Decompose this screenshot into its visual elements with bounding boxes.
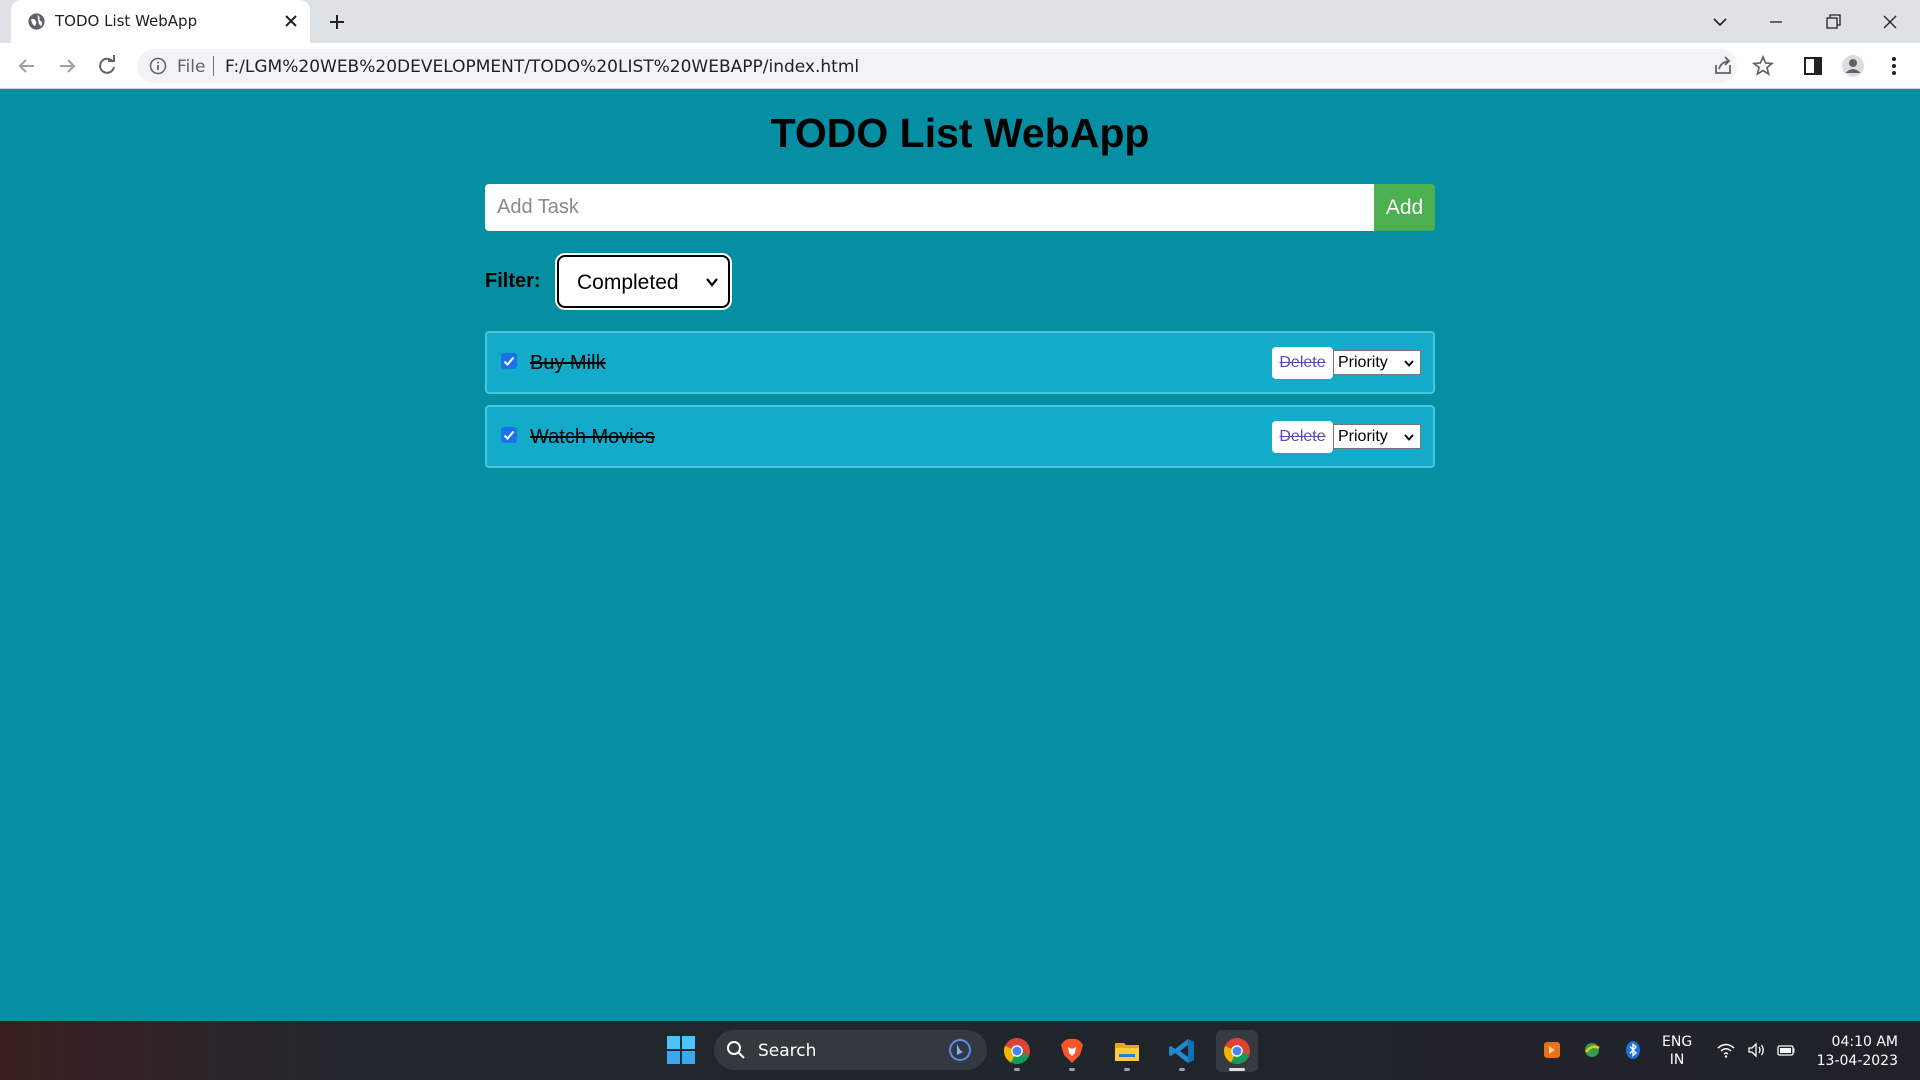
taskbar-running-indicator (1179, 1068, 1185, 1071)
add-button[interactable]: Add (1374, 184, 1435, 231)
vscode-icon (1169, 1039, 1194, 1063)
chevron-down-icon (706, 278, 718, 287)
chevron-down-icon (1404, 434, 1414, 441)
url-separator (213, 56, 214, 76)
share-icon[interactable] (1710, 53, 1736, 79)
tray-app-orange-icon[interactable] (1542, 1040, 1562, 1060)
file-explorer-icon (1115, 1043, 1139, 1061)
volume-icon[interactable] (1746, 1040, 1766, 1060)
task-checkbox[interactable] (501, 427, 517, 443)
taskbar-app-brave[interactable] (1051, 1030, 1093, 1072)
minimize-icon[interactable] (1762, 8, 1790, 36)
forward-icon[interactable] (54, 53, 80, 79)
task-item: Buy Milk Delete Priority (485, 331, 1435, 394)
delete-button[interactable]: Delete (1272, 347, 1333, 379)
browser-tabstrip: TODO List WebApp (0, 0, 1920, 43)
bookmark-star-icon[interactable] (1750, 53, 1776, 79)
info-icon[interactable] (149, 57, 167, 75)
globe-icon (28, 13, 45, 30)
taskbar-search[interactable]: Search (714, 1030, 987, 1070)
close-window-icon[interactable] (1876, 8, 1904, 36)
search-icon (727, 1041, 745, 1059)
task-text: Buy Milk (530, 352, 606, 374)
side-panel-icon[interactable] (1800, 53, 1826, 79)
page-title: TODO List WebApp (770, 110, 1150, 156)
priority-select[interactable]: Priority (1333, 350, 1421, 375)
tray-app-green-icon[interactable] (1582, 1040, 1602, 1060)
task-item: Watch Movies Delete Priority (485, 405, 1435, 468)
priority-value: Priority (1338, 354, 1388, 371)
new-tab-icon[interactable] (325, 10, 349, 34)
task-checkbox[interactable] (501, 353, 517, 369)
priority-select[interactable]: Priority (1333, 424, 1421, 449)
brave-icon (1061, 1039, 1083, 1063)
chrome-icon (1224, 1038, 1250, 1064)
taskbar-running-indicator (1124, 1068, 1130, 1071)
filter-label: Filter: (485, 270, 541, 292)
priority-value: Priority (1338, 428, 1388, 445)
language-code: ENG (1662, 1034, 1693, 1050)
delete-label: Delete (1279, 354, 1326, 371)
language-region: IN (1669, 1052, 1685, 1068)
bluetooth-icon[interactable] (1623, 1040, 1643, 1060)
menu-kebab-icon[interactable] (1881, 53, 1907, 79)
add-task-input[interactable] (485, 184, 1374, 231)
delete-label: Delete (1279, 428, 1326, 445)
profile-avatar-icon[interactable] (1840, 53, 1866, 79)
taskbar-clock[interactable]: 04:10 AM 13-04-2023 (1808, 1033, 1898, 1071)
tab-title: TODO List WebApp (55, 12, 198, 30)
taskbar-app-chrome[interactable] (996, 1030, 1038, 1072)
browser-tab[interactable]: TODO List WebApp (11, 0, 310, 43)
restore-icon[interactable] (1819, 8, 1847, 36)
taskbar-running-indicator (1014, 1068, 1020, 1071)
language-indicator[interactable]: ENG IN (1662, 1033, 1692, 1069)
back-icon[interactable] (14, 53, 40, 79)
url-text[interactable]: F:/LGM%20WEB%20DEVELOPMENT/TODO%20LIST%2… (225, 57, 859, 77)
taskbar-app-file-explorer[interactable] (1106, 1030, 1148, 1072)
close-icon[interactable] (281, 11, 301, 31)
taskbar-running-indicator (1069, 1068, 1075, 1071)
clock-time: 04:10 AM (1831, 1034, 1898, 1050)
taskbar-active-indicator (1229, 1068, 1245, 1071)
address-bar[interactable]: File F:/LGM%20WEB%20DEVELOPMENT/TODO%20L… (137, 49, 1737, 83)
wifi-icon[interactable] (1716, 1040, 1736, 1060)
task-text: Watch Movies (530, 426, 655, 448)
taskbar: Search ENG IN 04:10 AM 13-04-2023 (0, 1021, 1920, 1080)
bing-icon[interactable] (948, 1038, 972, 1062)
taskbar-search-label: Search (758, 1041, 817, 1061)
chevron-down-icon (1404, 360, 1414, 367)
clock-date: 13-04-2023 (1816, 1053, 1898, 1069)
filter-value: Completed (577, 271, 679, 294)
taskbar-app-chrome-active[interactable] (1216, 1030, 1258, 1072)
chrome-icon (1004, 1038, 1030, 1064)
delete-button[interactable]: Delete (1272, 421, 1333, 453)
windows-start-icon[interactable] (666, 1035, 696, 1065)
browser-toolbar: File F:/LGM%20WEB%20DEVELOPMENT/TODO%20L… (0, 43, 1920, 89)
tab-search-chevron-icon[interactable] (1706, 8, 1734, 36)
taskbar-app-vscode[interactable] (1161, 1030, 1203, 1072)
battery-icon[interactable] (1776, 1040, 1796, 1060)
reload-icon[interactable] (94, 53, 120, 79)
url-scheme-label: File (177, 57, 206, 77)
filter-select[interactable]: Completed (557, 255, 730, 308)
